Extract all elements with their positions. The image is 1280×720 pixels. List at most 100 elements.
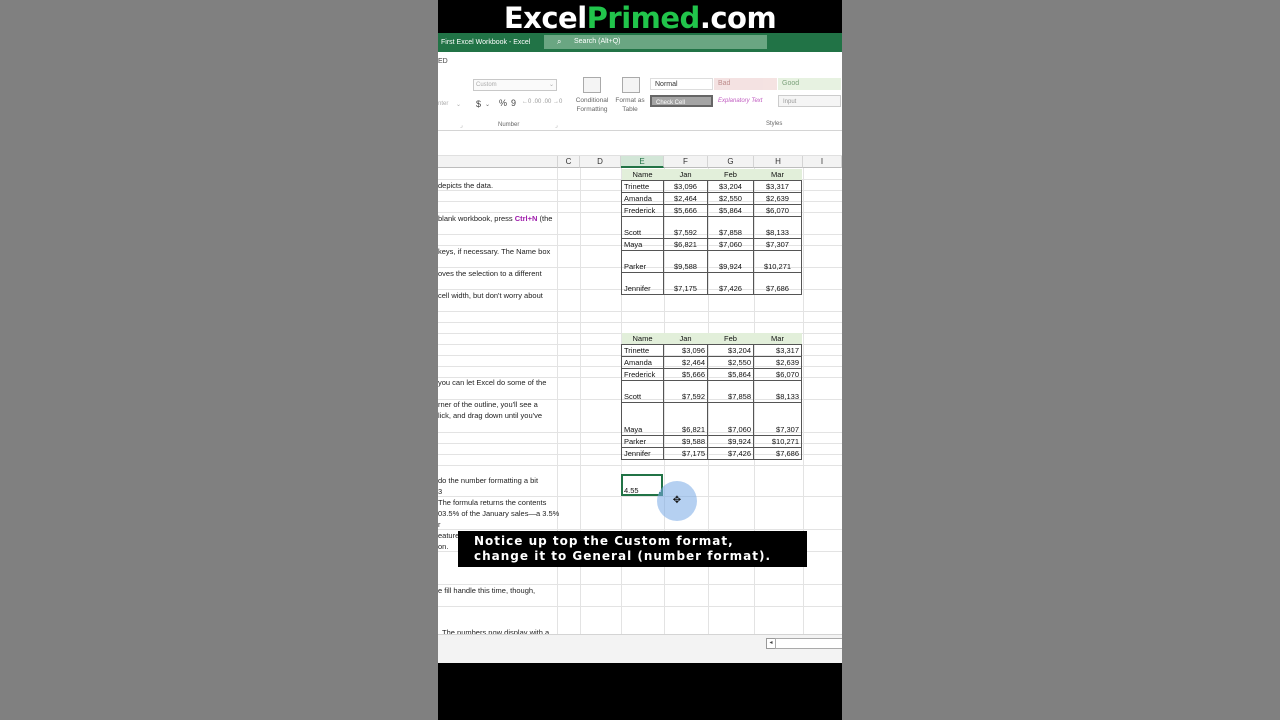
- column-header-f[interactable]: F: [664, 156, 708, 168]
- table-cell[interactable]: $3,204: [707, 344, 754, 357]
- table-cell[interactable]: $7,175: [663, 447, 708, 460]
- table-cell[interactable]: $8,133: [753, 216, 802, 239]
- table-cell[interactable]: $2,464: [663, 356, 708, 369]
- table-cell[interactable]: $6,821: [663, 402, 708, 436]
- table-cell[interactable]: $7,060: [707, 402, 754, 436]
- table-cell[interactable]: $9,924: [707, 435, 754, 448]
- style-check-cell[interactable]: Check Cell: [650, 95, 713, 107]
- format-as-table-button[interactable]: Format as Table: [614, 76, 646, 116]
- table-cell[interactable]: $10,271: [753, 250, 802, 273]
- increase-decimal-button[interactable]: ←0 .00: [522, 99, 541, 105]
- table-cell[interactable]: Scott: [621, 216, 664, 239]
- table-cell[interactable]: Frederick: [621, 204, 664, 217]
- table-header[interactable]: Name: [621, 333, 664, 345]
- search-box[interactable]: ⌕ Search (Alt+Q): [544, 35, 767, 49]
- table-cell[interactable]: $3,096: [663, 344, 708, 357]
- table-cell[interactable]: $3,317: [753, 180, 802, 193]
- table-header[interactable]: Name: [621, 169, 664, 181]
- table-cell[interactable]: Maya: [621, 402, 664, 436]
- table-cell[interactable]: Trinette: [621, 344, 664, 357]
- table-cell[interactable]: $7,686: [753, 272, 802, 295]
- column-header-e[interactable]: E: [621, 156, 664, 168]
- table-cell[interactable]: Parker: [621, 435, 664, 448]
- table-header[interactable]: Mar: [753, 333, 802, 345]
- table-cell[interactable]: $9,924: [707, 250, 754, 273]
- selected-cell-e[interactable]: 4.55: [621, 474, 663, 496]
- table-cell[interactable]: $10,271: [753, 435, 802, 448]
- table-cell[interactable]: $6,821: [663, 238, 708, 251]
- table-header[interactable]: Feb: [707, 169, 754, 181]
- table-cell[interactable]: $8,133: [753, 380, 802, 403]
- table-cell[interactable]: $7,175: [663, 272, 708, 295]
- alignment-center-fragment[interactable]: nter: [438, 101, 448, 107]
- horizontal-scrollbar[interactable]: ◂: [438, 634, 842, 651]
- column-header-h[interactable]: H: [754, 156, 803, 168]
- table-cell[interactable]: Parker: [621, 250, 664, 273]
- table-cell[interactable]: Amanda: [621, 192, 664, 205]
- style-normal[interactable]: Normal: [650, 78, 713, 90]
- style-bad[interactable]: Bad: [714, 78, 777, 90]
- table-cell[interactable]: $7,592: [663, 216, 708, 239]
- table-header[interactable]: Jan: [663, 333, 708, 345]
- table-cell[interactable]: $7,592: [663, 380, 708, 403]
- scrollbar-track[interactable]: [775, 638, 842, 649]
- table-cell[interactable]: Frederick: [621, 368, 664, 381]
- table-cell[interactable]: $2,639: [753, 192, 802, 205]
- style-good[interactable]: Good: [778, 78, 841, 90]
- dialog-launcher-icon[interactable]: ⌟: [555, 122, 558, 129]
- style-input[interactable]: Input: [778, 95, 841, 107]
- table-cell[interactable]: $2,550: [707, 356, 754, 369]
- table-cell[interactable]: $7,060: [707, 238, 754, 251]
- table-cell[interactable]: $7,858: [707, 216, 754, 239]
- ribbon-tab-fragment[interactable]: ED: [438, 58, 448, 65]
- table-cell[interactable]: $7,426: [707, 447, 754, 460]
- column-header-i[interactable]: I: [803, 156, 842, 168]
- table-cell[interactable]: $3,096: [663, 180, 708, 193]
- table-header[interactable]: Jan: [663, 169, 708, 181]
- table-cell[interactable]: $6,070: [753, 204, 802, 217]
- table-header[interactable]: Feb: [707, 333, 754, 345]
- conditional-formatting-button[interactable]: Conditional Formatting: [570, 76, 614, 116]
- table-cell[interactable]: $7,686: [753, 447, 802, 460]
- table-cell[interactable]: $5,864: [707, 204, 754, 217]
- table-cell[interactable]: $3,317: [753, 344, 802, 357]
- formula-bar-area[interactable]: [438, 131, 842, 156]
- number-format-dropdown[interactable]: Custom ⌄: [473, 79, 557, 91]
- table-cell[interactable]: $2,639: [753, 356, 802, 369]
- accounting-format-button[interactable]: $: [476, 99, 481, 109]
- table-cell[interactable]: Amanda: [621, 356, 664, 369]
- instruction-text: rner of the outline, you'll see a: [438, 400, 538, 409]
- gridline: [438, 606, 842, 607]
- table-cell[interactable]: $7,307: [753, 402, 802, 436]
- table-cell[interactable]: $6,070: [753, 368, 802, 381]
- table-header[interactable]: Mar: [753, 169, 802, 181]
- table-cell[interactable]: Trinette: [621, 180, 664, 193]
- table-cell[interactable]: $7,426: [707, 272, 754, 295]
- table-cell[interactable]: $2,464: [663, 192, 708, 205]
- column-header-d[interactable]: D: [580, 156, 621, 168]
- table-cell[interactable]: Scott: [621, 380, 664, 403]
- decrease-decimal-button[interactable]: .00 →0: [543, 99, 562, 105]
- column-header-g[interactable]: G: [708, 156, 754, 168]
- table-cell[interactable]: Jennifer: [621, 447, 664, 460]
- column-header-b[interactable]: [438, 156, 558, 168]
- table-cell[interactable]: $5,666: [663, 368, 708, 381]
- table-cell[interactable]: Jennifer: [621, 272, 664, 295]
- table-cell[interactable]: $7,858: [707, 380, 754, 403]
- percent-style-button[interactable]: %: [499, 98, 507, 108]
- table-cell[interactable]: $5,864: [707, 368, 754, 381]
- chevron-down-icon[interactable]: ⌄: [485, 101, 490, 108]
- instruction-text: keys, if necessary. The Name box: [438, 247, 551, 256]
- dialog-launcher-icon[interactable]: ⌟: [460, 122, 463, 129]
- table-cell[interactable]: Maya: [621, 238, 664, 251]
- style-explanatory-text[interactable]: Explanatory Text: [714, 95, 777, 107]
- table-cell[interactable]: $3,204: [707, 180, 754, 193]
- table-cell[interactable]: $2,550: [707, 192, 754, 205]
- column-header-c[interactable]: C: [558, 156, 580, 168]
- table-cell[interactable]: $7,307: [753, 238, 802, 251]
- comma-style-button[interactable]: 9: [511, 98, 516, 108]
- table-cell[interactable]: $5,666: [663, 204, 708, 217]
- table-cell[interactable]: $9,588: [663, 435, 708, 448]
- chevron-down-icon[interactable]: ⌄: [456, 101, 461, 108]
- table-cell[interactable]: $9,588: [663, 250, 708, 273]
